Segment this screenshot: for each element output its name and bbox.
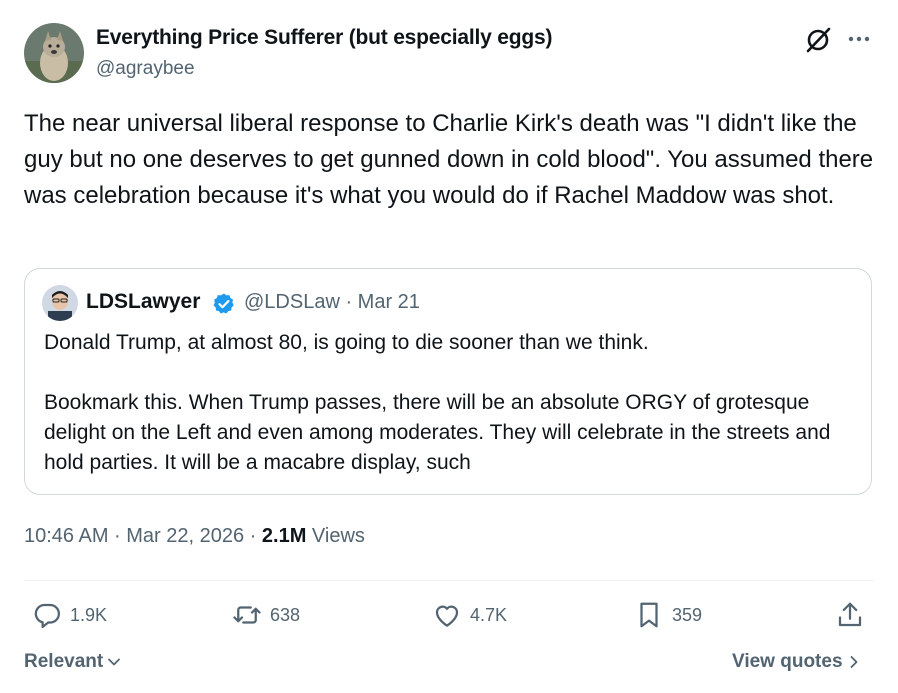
repost-icon [233, 606, 261, 624]
quote-text: Donald Trump, at almost 80, is going to … [44, 328, 854, 478]
like-count: 4.7K [470, 604, 508, 625]
quote-paragraph-2: Bookmark this. When Trump passes, there … [44, 391, 831, 474]
views-label: Views [306, 525, 365, 547]
divider [24, 580, 874, 581]
more-options-icon[interactable] [846, 28, 872, 50]
quote-author-name[interactable]: LDSLawyer [86, 290, 200, 314]
bookmark-count: 359 [672, 604, 703, 625]
reply-count: 1.9K [70, 604, 108, 625]
author-avatar[interactable] [24, 23, 84, 83]
view-quotes-link[interactable]: View quotes [732, 651, 861, 673]
grok-icon[interactable] [804, 26, 832, 54]
like-button[interactable]: 4.7K [432, 598, 507, 632]
sort-replies-button[interactable]: Relevant [24, 651, 121, 673]
chevron-right-icon [850, 656, 857, 668]
heart-icon [435, 605, 459, 627]
quote-author-avatar[interactable] [42, 285, 78, 321]
repost-button[interactable]: 638 [232, 598, 300, 632]
chevron-down-icon [108, 658, 121, 666]
tweet-text: The near universal liberal response to C… [24, 110, 874, 209]
reply-button[interactable]: 1.9K [32, 598, 107, 632]
bookmark-button[interactable]: 359 [634, 598, 702, 632]
quote-paragraph-1: Donald Trump, at almost 80, is going to … [44, 331, 649, 354]
author-handle[interactable]: @agraybee [96, 58, 195, 80]
timestamp[interactable]: 10:46 AM · Mar 22, 2026 · [24, 525, 262, 547]
reply-icon [34, 603, 60, 628]
sort-label: Relevant [24, 651, 104, 672]
repost-count: 638 [270, 604, 301, 625]
timestamp-views: 10:46 AM · Mar 22, 2026 · 2.1M Views [24, 525, 365, 548]
share-icon[interactable] [835, 600, 865, 630]
view-quotes-label: View quotes [732, 651, 843, 672]
views-count: 2.1M [261, 525, 307, 547]
verified-badge-icon [213, 293, 234, 314]
bookmark-icon [640, 602, 658, 628]
quote-handle-date: @LDSLaw · Mar 21 [244, 291, 420, 313]
author-display-name[interactable]: Everything Price Sufferer (but especiall… [96, 26, 552, 50]
